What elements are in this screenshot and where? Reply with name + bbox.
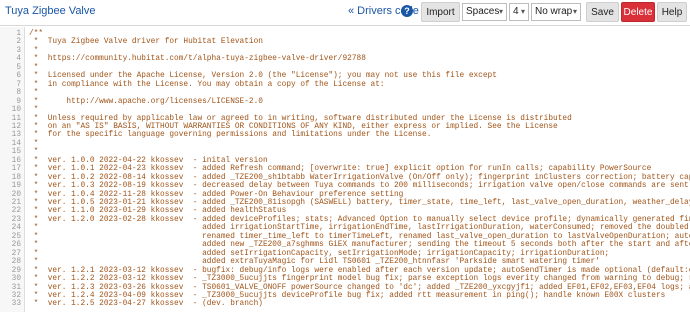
indent-mode-select[interactable]: Spaces ▾ (462, 3, 507, 21)
chevron-down-icon: ▾ (520, 7, 525, 16)
driver-title: Tuya Zigbee Valve (5, 5, 96, 17)
tab-size-select[interactable]: 4 ▾ (509, 3, 529, 21)
import-button[interactable]: Import (421, 2, 460, 22)
save-button[interactable]: Save (586, 2, 619, 22)
code-text: * ver. 1.2.5 2023-04-27 kkossev - (dev. … (29, 300, 263, 309)
chevron-down-icon: ▾ (498, 7, 503, 16)
indent-mode-value: Spaces (466, 6, 500, 17)
line-number: 33 (11, 300, 21, 309)
chevron-down-icon: ▾ (572, 7, 577, 16)
wrap-mode-select[interactable]: No wrap ▾ (531, 3, 581, 21)
code-editor[interactable]: 1/** 2 * Tuya Zigbee Valve driver for Hub… (0, 27, 690, 312)
tab-size-value: 4 (513, 6, 519, 17)
help-icon[interactable]: ? (401, 5, 413, 17)
wrap-mode-value: No wrap (535, 6, 573, 17)
editor-toolbar: Tuya Zigbee Valve « Drivers code ? Impor… (0, 0, 690, 26)
code-line[interactable]: 33 * ver. 1.2.5 2023-04-27 kkossev - (de… (0, 300, 690, 309)
delete-button[interactable]: Delete (621, 2, 655, 22)
help-button[interactable]: Help (657, 2, 687, 22)
